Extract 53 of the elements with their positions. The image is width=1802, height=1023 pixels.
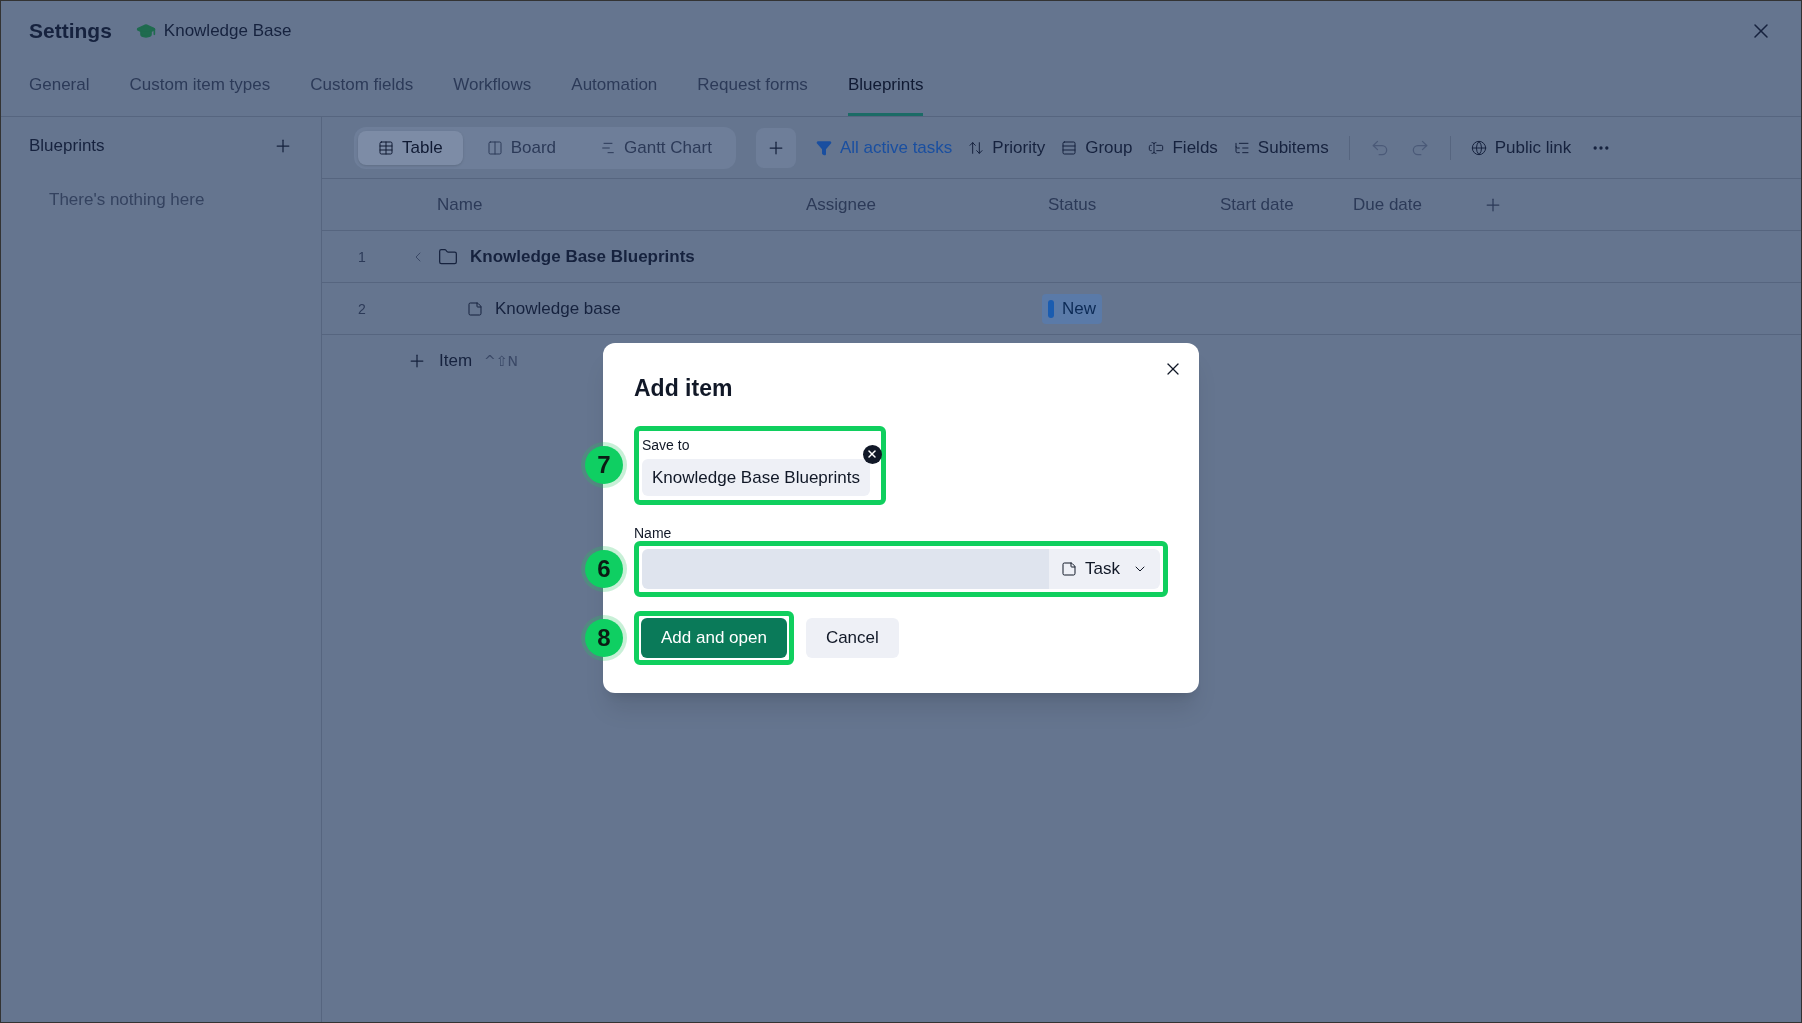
row-number: 2 bbox=[357, 299, 367, 319]
step-number-badge: 6 bbox=[585, 550, 623, 588]
dialog-title: Add item bbox=[634, 374, 734, 403]
status-badge[interactable]: New bbox=[1042, 293, 1102, 324]
add-and-open-button[interactable]: Add and open bbox=[641, 618, 787, 658]
settings-tab[interactable]: General bbox=[29, 71, 90, 116]
filter-icon bbox=[815, 139, 832, 156]
name-input[interactable] bbox=[642, 549, 1050, 589]
cancel-button[interactable]: Cancel bbox=[805, 618, 899, 658]
row-number: 1 bbox=[357, 247, 367, 267]
sidebar-title: Blueprints bbox=[29, 135, 105, 157]
column-header: Assignee bbox=[806, 193, 877, 216]
field-label: Name bbox=[634, 524, 673, 543]
public-link-button[interactable]: Public link bbox=[1470, 134, 1572, 161]
type-select[interactable]: Task bbox=[1049, 549, 1160, 589]
note-icon bbox=[1061, 561, 1078, 577]
column-header: Due date bbox=[1353, 193, 1423, 216]
board-view-icon bbox=[486, 139, 503, 156]
settings-tab[interactable]: Blueprints bbox=[847, 71, 924, 116]
add-item-label[interactable]: Item bbox=[439, 348, 473, 374]
item-name[interactable]: Knowledge base bbox=[495, 295, 1042, 322]
toolbar-button[interactable]: Subitems bbox=[1233, 134, 1329, 161]
group-icon bbox=[1061, 139, 1078, 156]
settings-tab[interactable]: Request forms bbox=[697, 71, 808, 116]
note-icon bbox=[467, 300, 483, 317]
settings-tab[interactable]: Automation bbox=[571, 71, 658, 116]
globe-icon bbox=[1470, 139, 1487, 156]
toolbar-button[interactable]: Priority bbox=[968, 134, 1046, 161]
settings-tab[interactable]: Workflows bbox=[453, 71, 532, 116]
settings-tab[interactable]: Custom fields bbox=[310, 71, 414, 116]
column-header: Start date bbox=[1220, 193, 1295, 216]
field-label: Save to bbox=[642, 435, 691, 455]
view-tab[interactable]: Board bbox=[466, 130, 576, 165]
view-tab[interactable]: Gantt Chart bbox=[580, 130, 732, 165]
column-header: Status bbox=[1048, 193, 1098, 216]
filter-button[interactable]: All active tasks bbox=[815, 134, 953, 161]
workspace-name: Knowledge Base bbox=[163, 20, 292, 43]
save-to-chip[interactable]: Knowledge Base Blueprints bbox=[642, 458, 870, 496]
fields-icon bbox=[1148, 139, 1165, 156]
column-header: Name bbox=[437, 193, 484, 216]
settings-tab[interactable]: Custom item types bbox=[129, 71, 271, 116]
graduation-cap-icon bbox=[135, 21, 156, 41]
folder-icon bbox=[438, 246, 458, 267]
view-tab[interactable]: Table bbox=[358, 130, 463, 165]
toolbar-button[interactable]: Group bbox=[1061, 134, 1133, 161]
table-view-icon bbox=[378, 139, 394, 156]
step-number-badge: 7 bbox=[585, 446, 623, 485]
priority-icon bbox=[968, 139, 985, 156]
folder-name[interactable]: Knowledge Base Blueprints bbox=[470, 243, 1040, 270]
toolbar-button[interactable]: Fields bbox=[1148, 134, 1218, 161]
add-view-button[interactable] bbox=[755, 127, 796, 168]
step-number-badge: 8 bbox=[585, 619, 623, 657]
window-title: Settings bbox=[29, 18, 112, 45]
